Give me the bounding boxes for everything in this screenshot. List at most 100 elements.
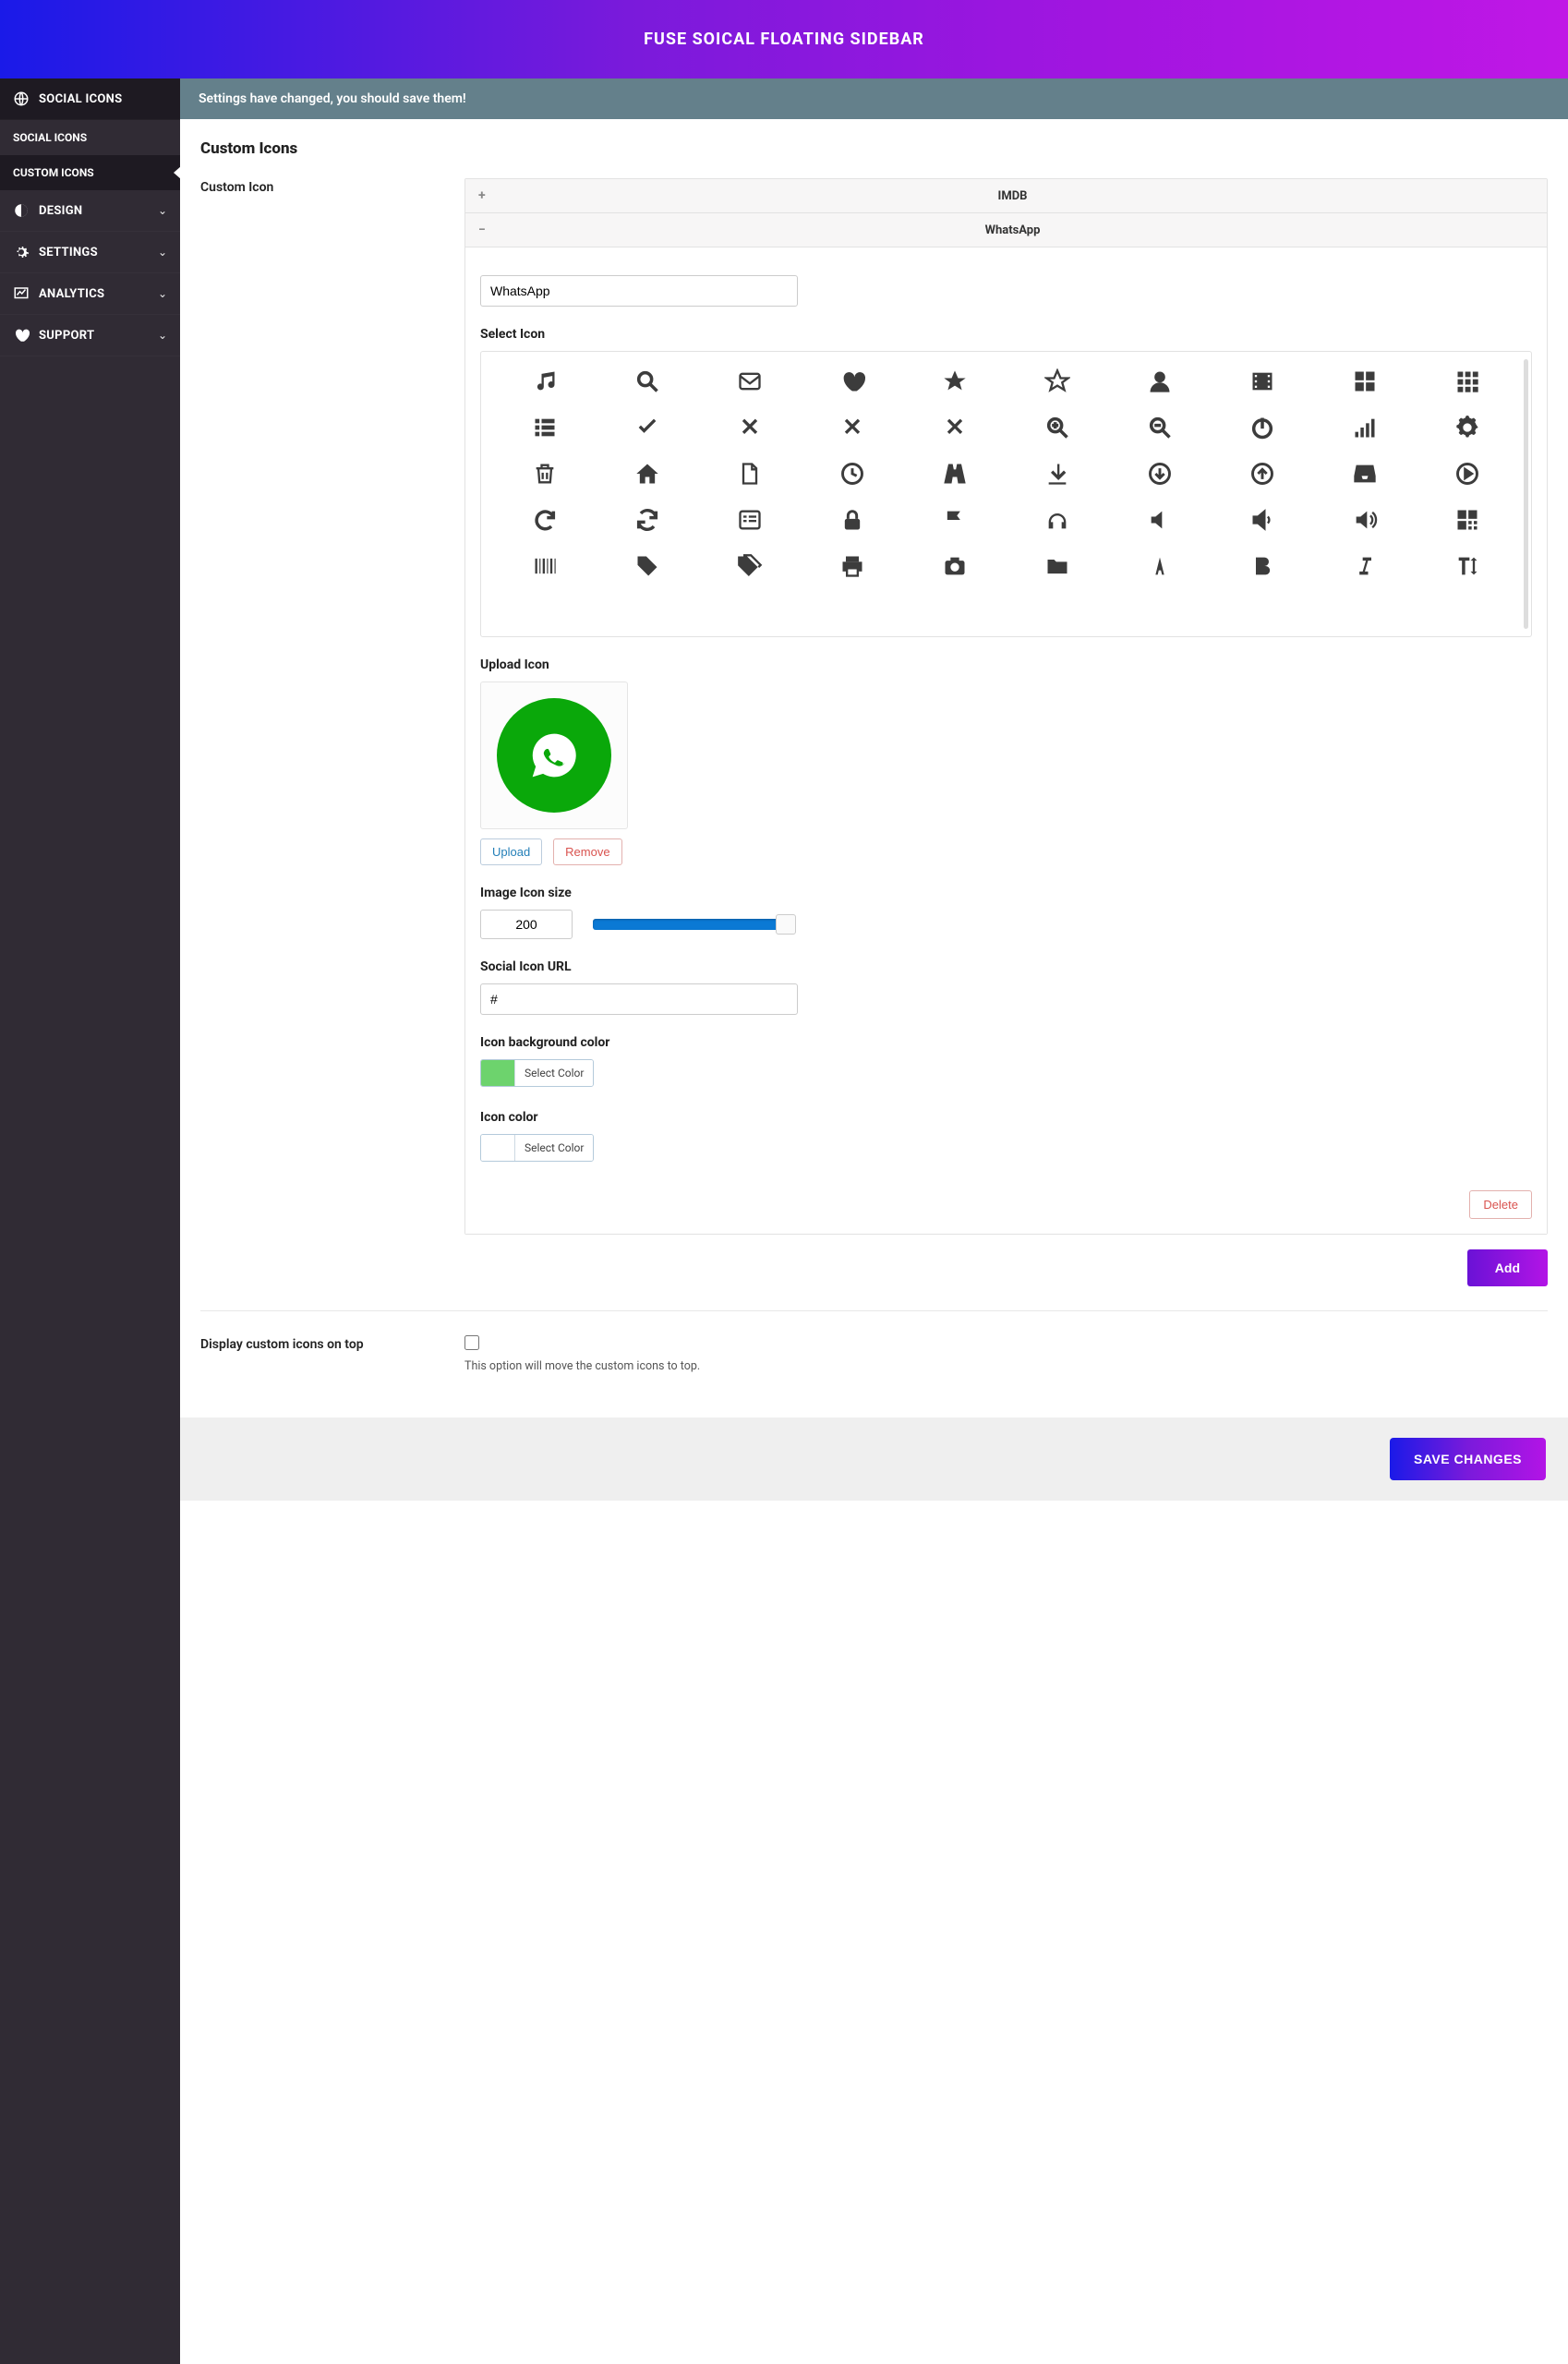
accordion-whatsapp[interactable]: − WhatsApp xyxy=(465,213,1547,247)
page-title: Custom Icons xyxy=(200,139,1548,158)
display-top-label: Display custom icons on top xyxy=(200,1335,464,1373)
icon-name-input[interactable] xyxy=(480,275,798,307)
heart-icon[interactable] xyxy=(805,368,899,394)
display-top-description: This option will move the custom icons t… xyxy=(464,1359,1548,1373)
power-icon[interactable] xyxy=(1216,415,1309,440)
save-bar: SAVE CHANGES xyxy=(180,1417,1568,1501)
chevron-down-icon: ⌄ xyxy=(158,329,167,342)
camera-icon[interactable] xyxy=(908,553,1001,579)
sidebar-item-social-icons[interactable]: SOCIAL ICONS xyxy=(0,78,180,120)
times-icon[interactable] xyxy=(703,415,796,440)
zoom-out-icon[interactable] xyxy=(1114,415,1207,440)
select-icon-label: Select Icon xyxy=(480,327,1532,342)
sidebar-item-label: SOCIAL ICONS xyxy=(39,92,167,106)
folder-icon[interactable] xyxy=(1010,553,1104,579)
image-size-input[interactable] xyxy=(480,910,573,939)
times-icon[interactable] xyxy=(908,415,1001,440)
save-notice: Settings have changed, you should save t… xyxy=(180,78,1568,119)
headphones-icon[interactable] xyxy=(1010,507,1104,533)
bold-icon[interactable] xyxy=(1216,553,1309,579)
star-outline-icon[interactable] xyxy=(1010,368,1104,394)
lock-icon[interactable] xyxy=(805,507,899,533)
chart-icon xyxy=(13,285,30,302)
sidebar-item-design[interactable]: DESIGN ⌄ xyxy=(0,190,180,232)
sidebar-item-label: SUPPORT xyxy=(39,329,158,343)
sidebar: SOCIAL ICONS SOCIAL ICONS CUSTOM ICONS D… xyxy=(0,78,180,2364)
icon-color-picker[interactable]: Select Color xyxy=(480,1134,594,1162)
th-large-icon[interactable] xyxy=(1319,368,1412,394)
main-panel: Settings have changed, you should save t… xyxy=(180,78,1568,2364)
sidebar-sub-social-icons[interactable]: SOCIAL ICONS xyxy=(0,120,180,155)
rotate-right-icon[interactable] xyxy=(498,507,591,533)
app-title: FUSE SOICAL FLOATING SIDEBAR xyxy=(0,30,1568,49)
url-input[interactable] xyxy=(480,983,798,1015)
add-button[interactable]: Add xyxy=(1467,1249,1548,1286)
music-icon[interactable] xyxy=(498,368,591,394)
chevron-down-icon: ⌄ xyxy=(158,246,167,259)
minus-icon: − xyxy=(478,223,491,237)
search-icon[interactable] xyxy=(600,368,694,394)
sidebar-item-analytics[interactable]: ANALYTICS ⌄ xyxy=(0,273,180,315)
clock-icon[interactable] xyxy=(805,461,899,487)
url-label: Social Icon URL xyxy=(480,959,1532,974)
remove-button[interactable]: Remove xyxy=(553,838,621,865)
sidebar-sub-custom-icons[interactable]: CUSTOM ICONS xyxy=(0,155,180,190)
volume-up-icon[interactable] xyxy=(1319,507,1412,533)
flag-icon[interactable] xyxy=(908,507,1001,533)
envelope-icon[interactable] xyxy=(703,368,796,394)
user-icon[interactable] xyxy=(1114,368,1207,394)
play-circle-icon[interactable] xyxy=(1421,461,1514,487)
barcode-icon[interactable] xyxy=(498,553,591,579)
divider xyxy=(200,1310,1548,1311)
sidebar-item-label: SOCIAL ICONS xyxy=(13,131,87,144)
accordion-imdb[interactable]: + IMDB xyxy=(465,179,1547,213)
text-height-icon[interactable] xyxy=(1421,553,1514,579)
italic-icon[interactable] xyxy=(1319,553,1412,579)
qrcode-icon[interactable] xyxy=(1421,507,1514,533)
accordion-body: Select Icon xyxy=(465,247,1547,1234)
download-icon[interactable] xyxy=(1010,461,1104,487)
signal-icon[interactable] xyxy=(1319,415,1412,440)
inbox-icon[interactable] xyxy=(1319,461,1412,487)
upload-button[interactable]: Upload xyxy=(480,838,542,865)
arrow-circle-up-icon[interactable] xyxy=(1216,461,1309,487)
font-icon[interactable] xyxy=(1114,553,1207,579)
image-size-slider[interactable] xyxy=(593,916,790,933)
trash-icon[interactable] xyxy=(498,461,591,487)
cog-icon[interactable] xyxy=(1421,415,1514,440)
whatsapp-icon xyxy=(497,698,611,813)
check-icon[interactable] xyxy=(600,415,694,440)
print-icon[interactable] xyxy=(805,553,899,579)
app-header: FUSE SOICAL FLOATING SIDEBAR xyxy=(0,0,1568,78)
volume-off-icon[interactable] xyxy=(1114,507,1207,533)
arrow-circle-down-icon[interactable] xyxy=(1114,461,1207,487)
save-changes-button[interactable]: SAVE CHANGES xyxy=(1390,1438,1546,1480)
accordion-title: IMDB xyxy=(491,189,1534,203)
display-top-checkbox[interactable] xyxy=(464,1335,479,1350)
tags-icon[interactable] xyxy=(703,553,796,579)
bg-color-picker[interactable]: Select Color xyxy=(480,1059,594,1087)
icon-color-label: Icon color xyxy=(480,1110,1532,1125)
road-icon[interactable] xyxy=(908,461,1001,487)
sidebar-item-support[interactable]: SUPPORT ⌄ xyxy=(0,315,180,356)
tag-icon[interactable] xyxy=(600,553,694,579)
color-swatch xyxy=(481,1135,514,1161)
refresh-icon[interactable] xyxy=(600,507,694,533)
volume-down-icon[interactable] xyxy=(1216,507,1309,533)
list-alt-icon[interactable] xyxy=(703,507,796,533)
icon-picker[interactable] xyxy=(480,351,1532,637)
film-icon[interactable] xyxy=(1216,368,1309,394)
sidebar-item-settings[interactable]: SETTINGS ⌄ xyxy=(0,232,180,273)
zoom-in-icon[interactable] xyxy=(1010,415,1104,440)
globe-icon xyxy=(13,90,30,107)
upload-preview xyxy=(480,681,628,829)
file-icon[interactable] xyxy=(703,461,796,487)
times-icon[interactable] xyxy=(805,415,899,440)
accordion-title: WhatsApp xyxy=(491,223,1534,237)
delete-button[interactable]: Delete xyxy=(1469,1190,1532,1219)
th-icon[interactable] xyxy=(1421,368,1514,394)
star-icon[interactable] xyxy=(908,368,1001,394)
list-icon[interactable] xyxy=(498,415,591,440)
home-icon[interactable] xyxy=(600,461,694,487)
color-swatch xyxy=(481,1060,514,1086)
